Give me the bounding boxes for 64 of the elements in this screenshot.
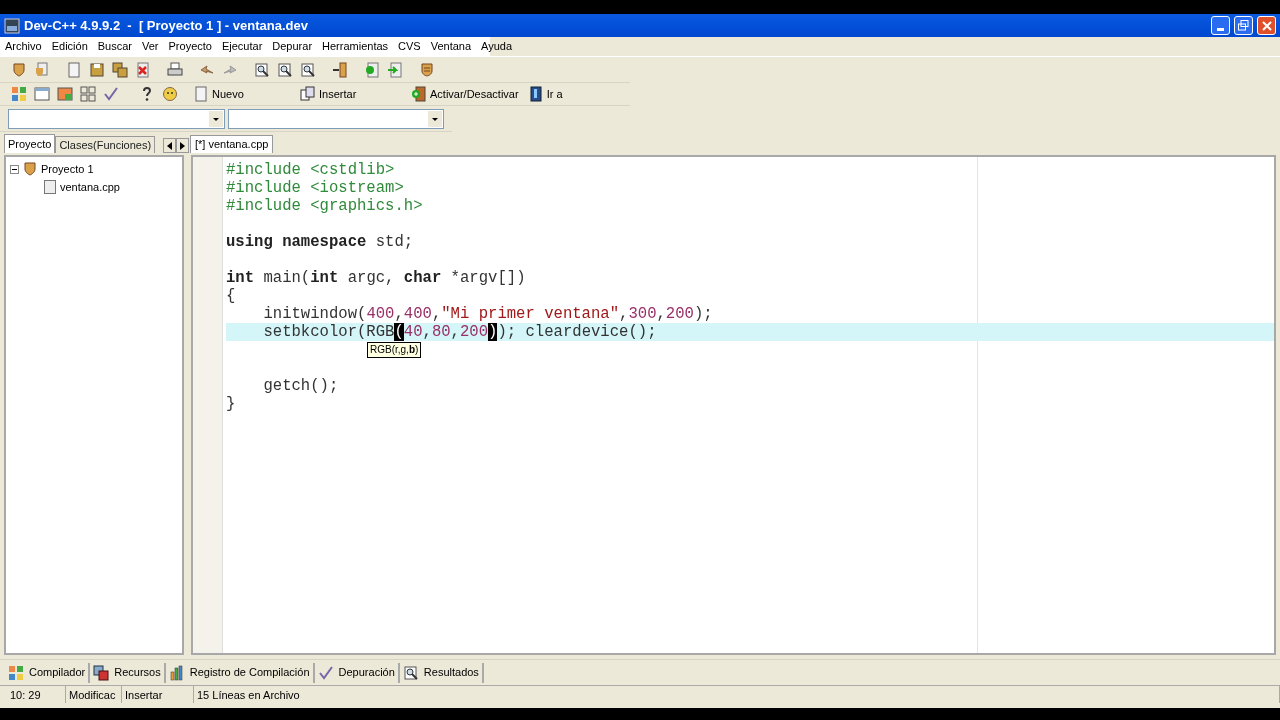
restore-button[interactable]	[1234, 16, 1253, 35]
close-icon	[1261, 20, 1272, 31]
menu-item[interactable]: Ayuda	[476, 37, 518, 56]
calltip: RGB(r,g,b)	[367, 342, 422, 358]
code-line: initwindow(400,400,"Mi primer ventana",300,200);	[262, 305, 714, 323]
restore-icon	[1238, 20, 1249, 31]
code-line: {	[226, 287, 237, 305]
minimize-button[interactable]	[1211, 16, 1230, 35]
dropdown[interactable]	[227, 108, 444, 129]
bookmark-icon	[527, 86, 544, 102]
code-line: using namespace std;	[226, 233, 415, 251]
checkmark-icon	[317, 664, 334, 681]
status-field: 15 Líneas en Archivo	[194, 686, 1280, 703]
bottom-tab[interactable]: Resultados	[399, 662, 484, 683]
menu-item[interactable]: Edición	[46, 37, 93, 56]
menu-item[interactable]: Depurar	[267, 37, 318, 56]
bar-chart-icon	[168, 664, 185, 681]
scroll-left-icon[interactable]	[163, 138, 177, 153]
menu-item[interactable]: Herramientas	[317, 37, 394, 56]
menu-item[interactable]: Buscar	[92, 37, 137, 56]
code-line: #include <cstdlib>	[226, 161, 396, 179]
editor-tab[interactable]: [*] ventana.cpp	[190, 135, 274, 153]
app-icon	[4, 17, 20, 34]
toolbar-button[interactable]: Nuevo	[193, 83, 299, 105]
code-line: int main(int argc, char *argv[])	[226, 269, 527, 287]
menu-item[interactable]: Proyecto	[163, 37, 217, 56]
search-icon	[402, 664, 419, 681]
status-field: Insertar	[122, 686, 194, 703]
toolbar-button[interactable]: Ir a	[527, 83, 571, 105]
code-line: #include <graphics.h>	[226, 197, 424, 215]
code-line: getch();	[262, 377, 340, 395]
menu-item[interactable]: Archivo	[0, 37, 47, 56]
grid-icon	[8, 664, 24, 681]
panel-tab[interactable]: Clases(Funciones)	[55, 136, 156, 153]
scroll-right-icon[interactable]	[176, 138, 190, 153]
pages-icon	[300, 86, 316, 102]
door-plus-icon	[411, 86, 427, 102]
collapse-toggle[interactable]	[10, 164, 19, 174]
menu-item[interactable]: CVS	[393, 37, 426, 56]
tree-item[interactable]: ventana.cpp	[60, 178, 120, 195]
toolbar-button[interactable]: Insertar	[300, 83, 410, 105]
menu-item[interactable]: Ver	[137, 37, 164, 56]
code-line: }	[226, 395, 237, 413]
window-title: Dev-C++ 4.9.9.2 - [ Proyecto 1 ] - ventana.dev	[24, 16, 308, 35]
bottom-tab[interactable]: Registro de Compilación	[165, 662, 315, 683]
grid-icon[interactable]	[77, 83, 99, 105]
status-field: Modificac	[66, 686, 122, 703]
menu-item[interactable]: Ventana	[425, 37, 477, 56]
bottom-tab[interactable]: Recursos	[90, 662, 166, 683]
bottom-tab[interactable]: Depuración	[314, 662, 400, 683]
bottom-tab[interactable]: Compilador	[5, 662, 91, 683]
shield-icon	[22, 161, 38, 178]
menu-item[interactable]: Ejecutar	[216, 37, 268, 56]
tree-item[interactable]: Proyecto 1	[41, 161, 94, 178]
status-field: 10: 29	[0, 686, 66, 703]
code-line: #include <iostream>	[226, 179, 405, 197]
page-icon	[193, 86, 209, 102]
close-button[interactable]	[1257, 16, 1276, 35]
minus-icon	[12, 166, 17, 172]
file-icon	[44, 179, 56, 194]
minimize-icon	[1216, 28, 1225, 31]
toolbar-button[interactable]: Activar/Desactivar	[411, 83, 527, 105]
windows-icon	[93, 664, 110, 681]
panel-tab[interactable]: Proyecto	[4, 134, 56, 153]
